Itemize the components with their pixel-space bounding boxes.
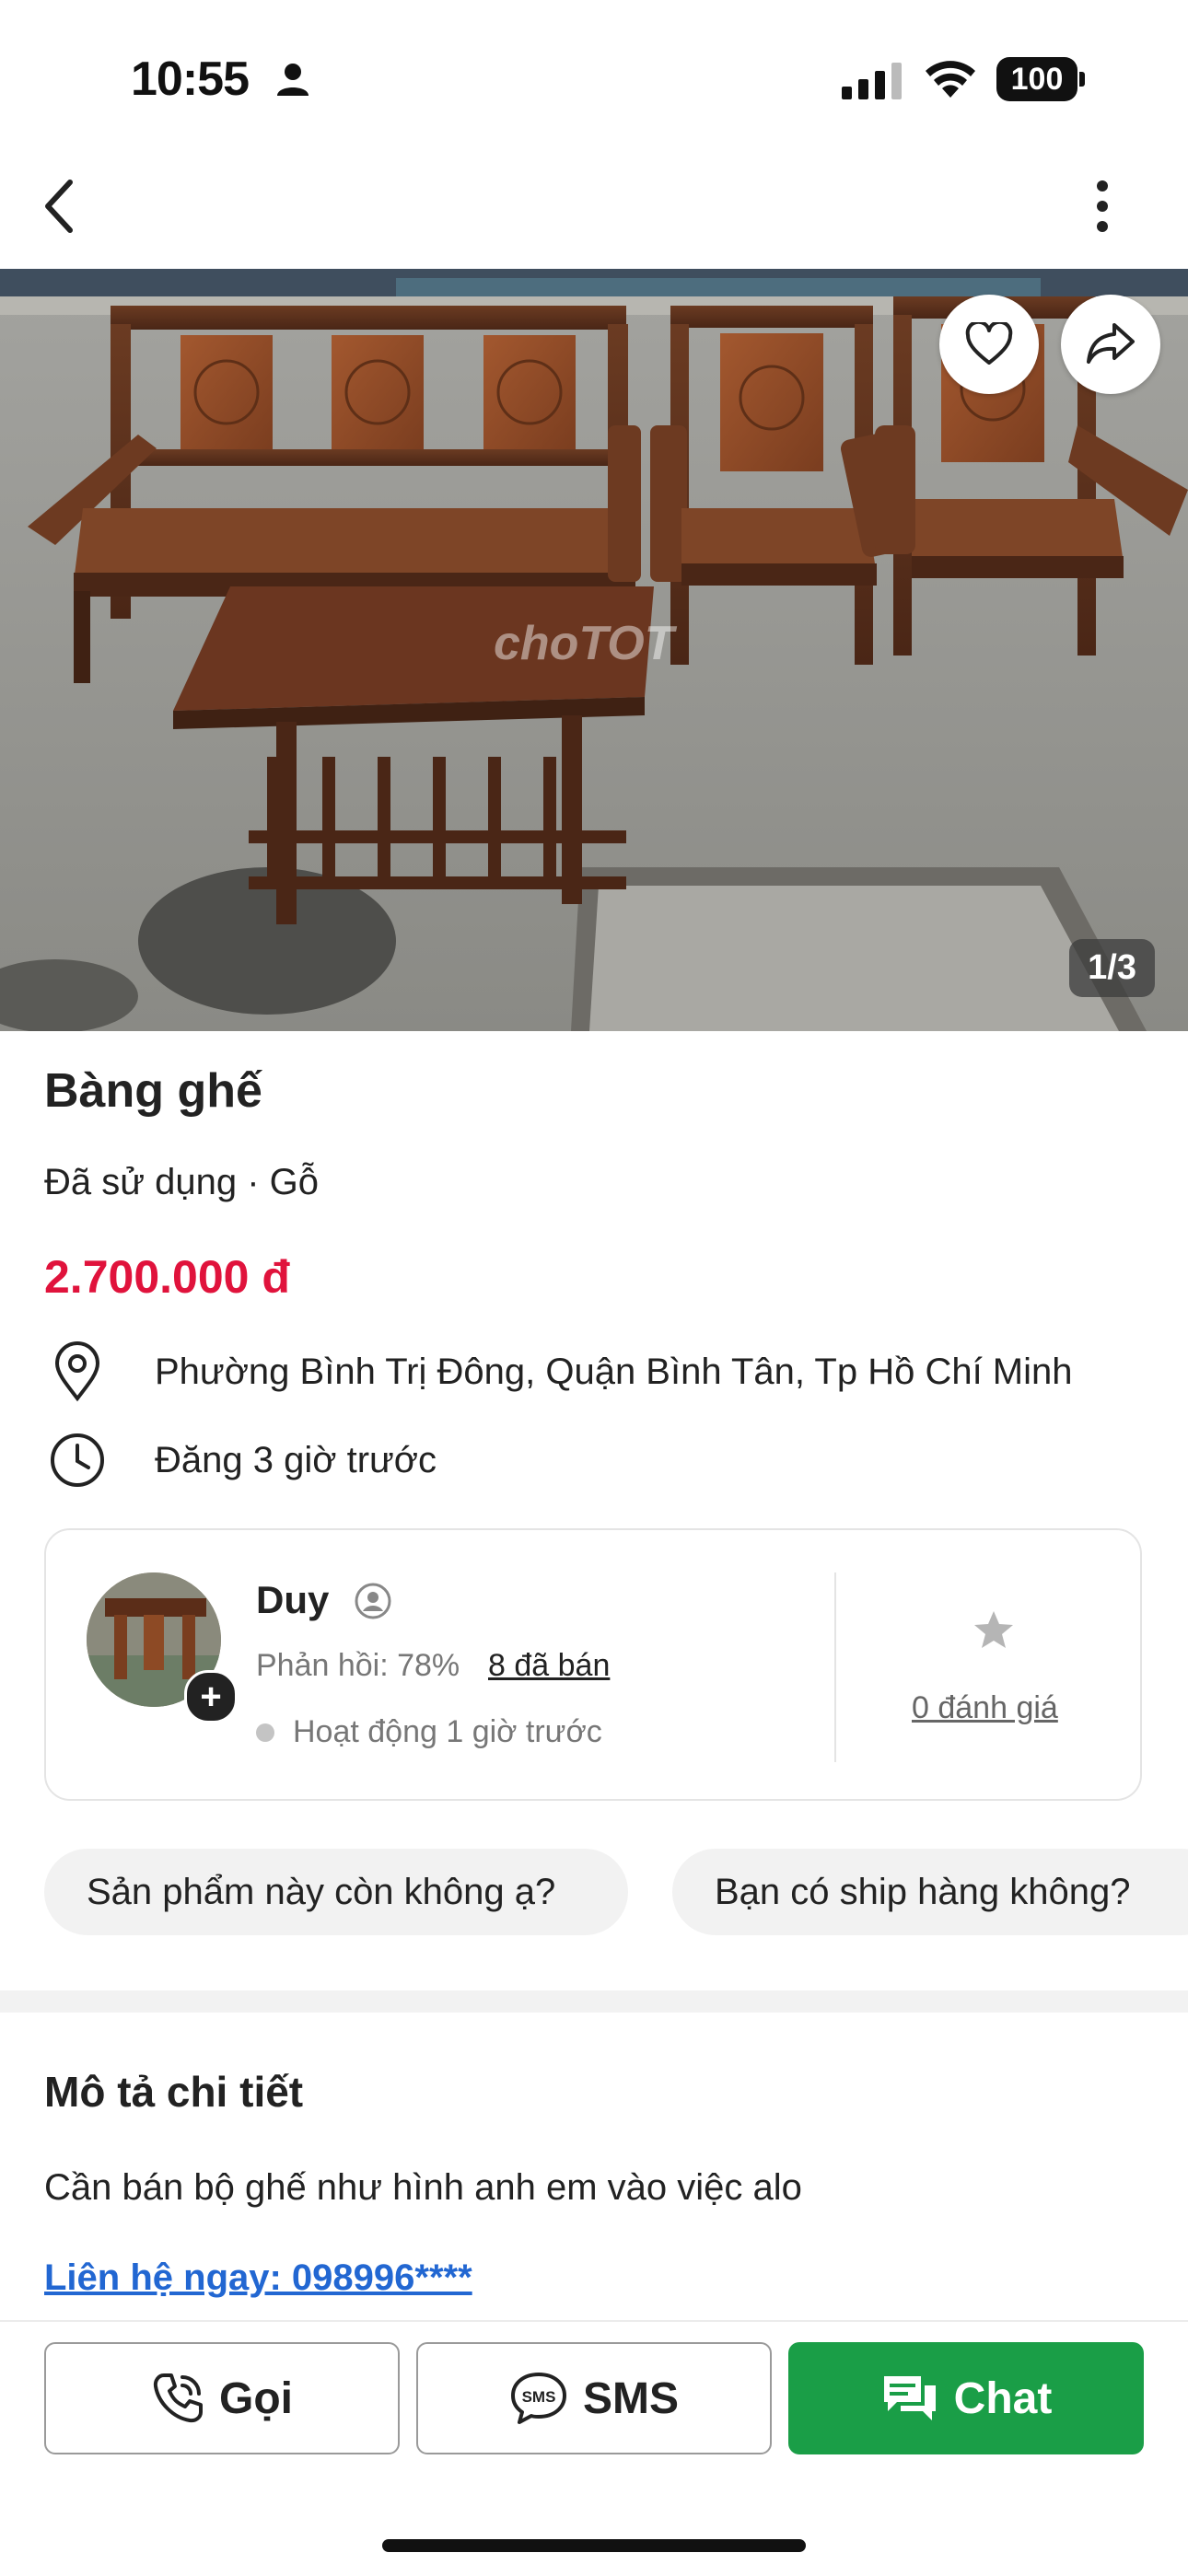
description-heading: Mô tả chi tiết [44, 2068, 304, 2116]
quick-question-chip[interactable]: Sản phẩm này còn không ạ? [44, 1849, 628, 1935]
photo-watermark: choTOT [494, 617, 678, 670]
seller-active-status: Hoạt động 1 giờ trước [256, 1714, 602, 1750]
sms-label: SMS [582, 2373, 679, 2423]
photo-counter: 1/3 [1069, 939, 1155, 997]
quick-question-chip[interactable]: Bạn có ship hàng không? [672, 1849, 1188, 1935]
battery-level: 100 [1010, 61, 1064, 97]
share-icon [1087, 323, 1135, 364]
location-text: Phường Bình Trị Đông, Quận Bình Tân, Tp … [155, 1351, 1073, 1392]
battery-icon: 100 [996, 57, 1085, 101]
back-button[interactable] [22, 169, 96, 243]
phone-icon [151, 2372, 204, 2425]
heart-icon [965, 322, 1013, 365]
seller-sold-link[interactable]: 8 đã bán [488, 1648, 610, 1684]
star-icon [973, 1609, 1015, 1654]
svg-text:SMS: SMS [522, 2388, 556, 2406]
divider [834, 1572, 836, 1762]
verified-icon [354, 1582, 392, 1625]
clock-icon [44, 1427, 111, 1493]
chat-button[interactable]: Chat [788, 2342, 1144, 2454]
seller-reply-rate: Phản hồi: 78% [256, 1648, 460, 1683]
status-dot [256, 1723, 274, 1742]
rating-link[interactable]: 0 đánh giá [912, 1690, 1058, 1726]
signal-icon [842, 61, 903, 104]
status-bar: 10:55 100 [0, 0, 1188, 147]
wifi-icon [923, 57, 978, 104]
listing-condition: Đã sử dụng · Gỗ [44, 1162, 320, 1202]
nav-bar [0, 157, 1188, 267]
contact-phone-link[interactable]: Liên hệ ngay: 098996**** [44, 2257, 472, 2299]
status-time: 10:55 [131, 52, 250, 106]
share-button[interactable] [1061, 295, 1160, 394]
section-divider [0, 1990, 1188, 2013]
favorite-button[interactable] [939, 295, 1039, 394]
listing-photo[interactable]: choTOT [0, 269, 1188, 1031]
call-button[interactable]: Gọi [44, 2342, 400, 2454]
listing-title: Bàng ghế [44, 1064, 262, 1118]
follow-button[interactable]: + [184, 1670, 238, 1723]
back-icon [45, 180, 73, 233]
chat-icon [880, 2373, 939, 2424]
home-indicator[interactable] [382, 2539, 806, 2552]
more-icon [1097, 180, 1108, 232]
location-row: Phường Bình Trị Đông, Quận Bình Tân, Tp … [44, 1339, 1073, 1405]
more-button[interactable] [1068, 169, 1136, 243]
seller-name[interactable]: Duy [256, 1578, 329, 1622]
posted-row: Đăng 3 giờ trước [44, 1427, 437, 1493]
call-label: Gọi [219, 2373, 293, 2423]
posted-text: Đăng 3 giờ trước [155, 1439, 437, 1480]
seller-active-text: Hoạt động 1 giờ trước [293, 1714, 602, 1749]
sms-button[interactable]: SMS SMS [416, 2342, 772, 2454]
person-icon [274, 61, 311, 102]
description-text: Cần bán bộ ghế như hình anh em vào việc … [44, 2167, 802, 2208]
location-icon [44, 1339, 111, 1405]
sms-icon: SMS [509, 2371, 568, 2426]
listing-price: 2.700.000 đ [44, 1251, 290, 1303]
seller-card[interactable]: + Duy Phản hồi: 78% 8 đã bán Hoạt động 1… [44, 1528, 1142, 1801]
chat-label: Chat [953, 2373, 1053, 2423]
